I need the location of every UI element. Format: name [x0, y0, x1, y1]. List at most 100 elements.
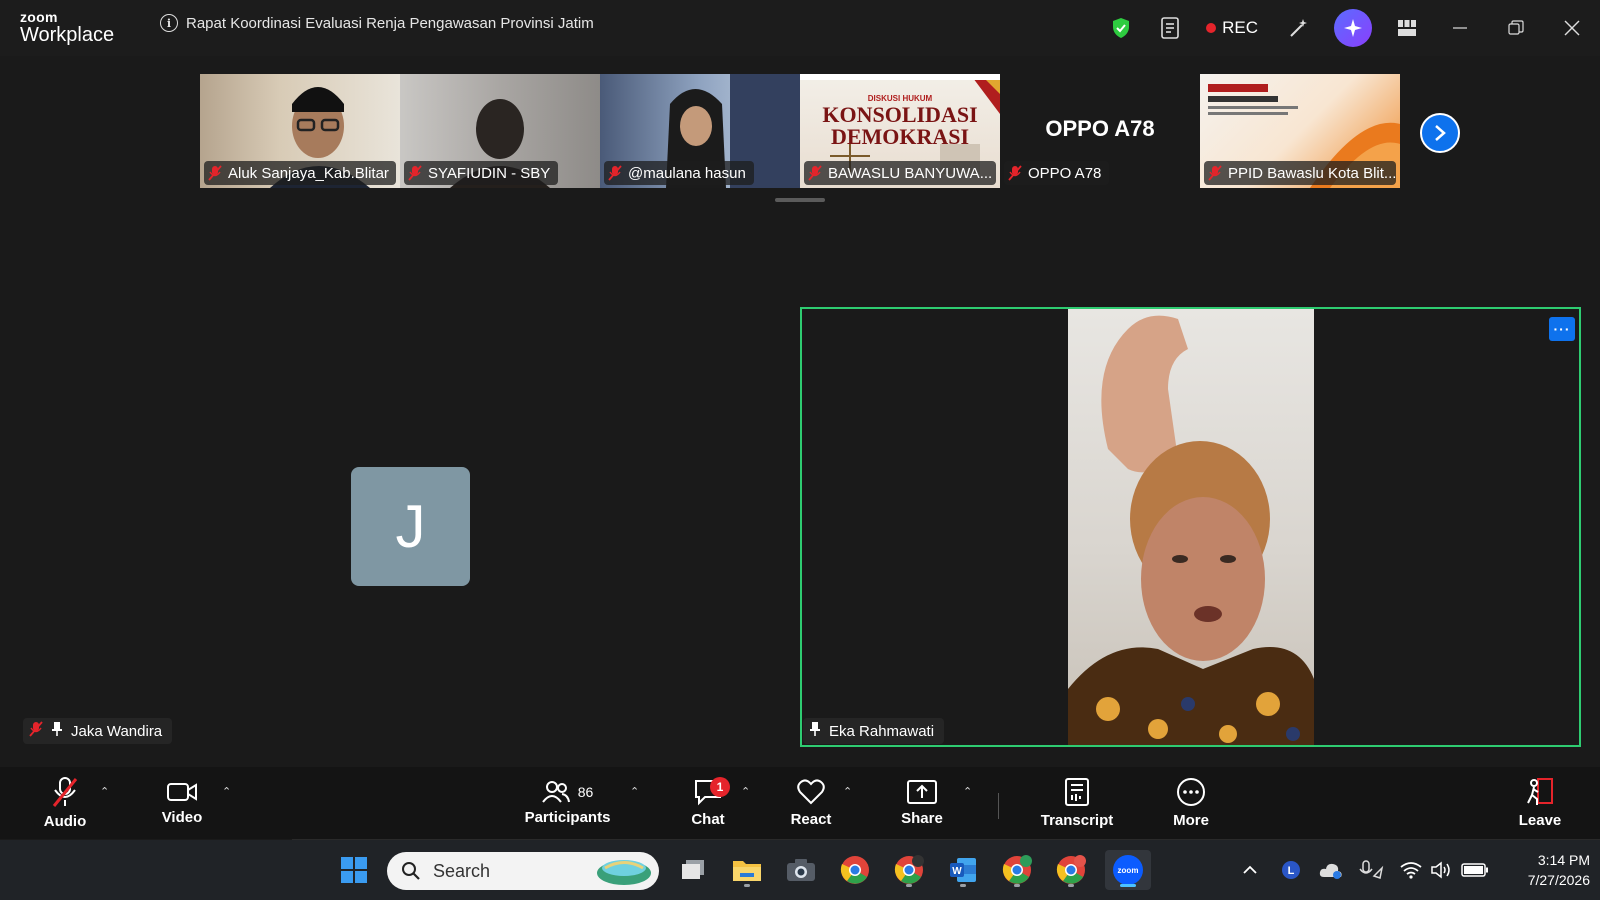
camera-app-icon[interactable]: [781, 850, 821, 890]
participants-count: 86: [577, 784, 594, 800]
info-icon[interactable]: i: [160, 14, 178, 32]
audio-options-caret-icon[interactable]: ⌃: [100, 785, 109, 798]
participant-thumbnail[interactable]: OPPO A78 OPPO A78: [1000, 74, 1200, 188]
transcript-label: Transcript: [1040, 812, 1114, 829]
participant-name: PPID Bawaslu Kota Blit...: [1228, 164, 1396, 182]
leave-button[interactable]: Leave: [1515, 767, 1565, 839]
chrome-profile-icon[interactable]: [997, 850, 1037, 890]
share-options-caret-icon[interactable]: ⌃: [963, 785, 972, 798]
participant-name: @maulana hasun: [628, 164, 746, 182]
leave-label: Leave: [1518, 812, 1562, 829]
share-button[interactable]: Share: [897, 767, 947, 839]
participants-options-caret-icon[interactable]: ⌃: [630, 785, 639, 798]
view-layout-icon[interactable]: [1382, 0, 1432, 56]
language-indicator-icon[interactable]: L: [1278, 840, 1304, 900]
running-indicator: [744, 884, 750, 887]
minimize-button[interactable]: [1432, 0, 1488, 56]
ai-companion-button[interactable]: [1334, 9, 1372, 47]
chrome-icon[interactable]: [835, 850, 875, 890]
participant-thumbnail[interactable]: SYAFIUDIN - SBY: [400, 74, 600, 188]
participant-name-tag: SYAFIUDIN - SBY: [404, 161, 559, 185]
microphone-location-icon[interactable]: [1356, 840, 1386, 900]
participant-name-tag: OPPO A78: [1004, 161, 1110, 185]
meeting-info[interactable]: i Rapat Koordinasi Evaluasi Renja Pengaw…: [160, 14, 594, 32]
react-button[interactable]: React: [785, 767, 837, 839]
running-indicator: [906, 884, 912, 887]
mic-muted-icon: [808, 165, 822, 181]
react-label: React: [790, 811, 832, 828]
onedrive-cloud-icon[interactable]: [1318, 840, 1344, 900]
clock-date: 7/27/2026: [1527, 872, 1590, 888]
battery-icon[interactable]: [1458, 840, 1492, 900]
participant-thumbnail[interactable]: DISKUSI HUKUM KONSOLIDASI DEMOKRASI BAWA…: [800, 74, 1000, 188]
zoom-app-icon[interactable]: zoom: [1105, 850, 1151, 890]
share-label: Share: [901, 810, 943, 827]
windows-taskbar: Search W zoom L 3:14 PM 7/27/2026: [0, 840, 1600, 900]
mic-muted-icon: [1208, 165, 1222, 181]
more-button[interactable]: More: [1166, 767, 1216, 839]
participant-name-tag: Jaka Wandira: [23, 718, 173, 744]
search-placeholder: Search: [433, 860, 491, 881]
close-button[interactable]: [1544, 0, 1600, 56]
video-options-caret-icon[interactable]: ⌃: [222, 785, 231, 798]
annotate-wand-icon[interactable]: [1274, 0, 1324, 56]
chat-options-caret-icon[interactable]: ⌃: [741, 785, 750, 798]
participants-button[interactable]: 86 Participants: [520, 767, 615, 839]
security-shield-icon[interactable]: [1096, 0, 1146, 56]
rec-label: REC: [1222, 18, 1258, 37]
taskbar-search-input[interactable]: Search: [387, 852, 659, 890]
transcript-button[interactable]: Transcript: [1040, 767, 1114, 839]
speaker-video: [1068, 309, 1314, 745]
search-highlight-icon: [597, 860, 651, 885]
chrome-profile-icon[interactable]: [889, 850, 929, 890]
participant-name: OPPO A78: [1028, 164, 1102, 182]
file-explorer-icon[interactable]: [727, 850, 767, 890]
svg-text:W: W: [952, 866, 962, 877]
svg-text:L: L: [1288, 865, 1295, 877]
react-options-caret-icon[interactable]: ⌃: [843, 785, 852, 798]
windows-start-icon[interactable]: [334, 850, 374, 890]
logo-line1: zoom: [20, 9, 58, 25]
avatar: J: [351, 467, 470, 586]
participant-name-tag: Aluk Sanjaya_Kab.Blitar: [204, 161, 396, 185]
show-hidden-icons-chevron-icon[interactable]: [1238, 840, 1262, 900]
notes-icon[interactable]: [1146, 0, 1196, 56]
next-page-button[interactable]: [1420, 113, 1460, 153]
svg-text:zoom: zoom: [1118, 866, 1139, 875]
share-screen-icon: [907, 780, 937, 804]
participant-thumbnail[interactable]: Aluk Sanjaya_Kab.Blitar: [200, 74, 400, 188]
audio-button[interactable]: Audio: [40, 767, 90, 839]
pin-icon: [51, 721, 63, 741]
heart-icon: [797, 779, 825, 805]
participant-center-label: OPPO A78: [1045, 116, 1155, 141]
mic-muted-icon: [52, 777, 78, 807]
more-options-icon: [1177, 778, 1205, 806]
volume-icon[interactable]: [1428, 840, 1454, 900]
word-icon[interactable]: W: [943, 850, 983, 890]
strip-resize-handle[interactable]: [775, 198, 825, 202]
taskbar-clock[interactable]: 3:14 PM 7/27/2026: [1500, 850, 1590, 890]
wifi-icon[interactable]: [1398, 840, 1424, 900]
video-tile-active-speaker[interactable]: ···: [800, 307, 1581, 747]
running-indicator: [960, 884, 966, 887]
audio-label: Audio: [43, 813, 87, 830]
active-indicator: [1120, 884, 1136, 887]
chrome-profile-icon[interactable]: [1051, 850, 1091, 890]
participant-name-tag: @maulana hasun: [604, 161, 754, 185]
leave-door-icon: [1527, 778, 1553, 805]
participant-name: BAWASLU BANYUWA...: [828, 164, 993, 182]
task-view-icon[interactable]: [673, 850, 713, 890]
logo-line2: Workplace: [20, 24, 115, 46]
chevron-right-icon: [1435, 125, 1446, 141]
toolbar-divider: [998, 793, 999, 819]
transcript-icon: [1065, 778, 1089, 806]
running-indicator: [1068, 884, 1074, 887]
tile-more-options-button[interactable]: ···: [1549, 317, 1575, 341]
video-button[interactable]: Video: [157, 767, 207, 839]
participant-thumbnail[interactable]: PPID Bawaslu Kota Blit...: [1200, 74, 1400, 188]
meeting-controls-toolbar: Audio ⌃ Video ⌃ 86 Participants ⌃ Chat 1…: [0, 767, 1600, 839]
recording-indicator[interactable]: REC: [1196, 18, 1274, 38]
mic-muted-icon: [208, 165, 222, 181]
participant-thumbnail[interactable]: @maulana hasun: [600, 74, 800, 188]
restore-button[interactable]: [1488, 0, 1544, 56]
